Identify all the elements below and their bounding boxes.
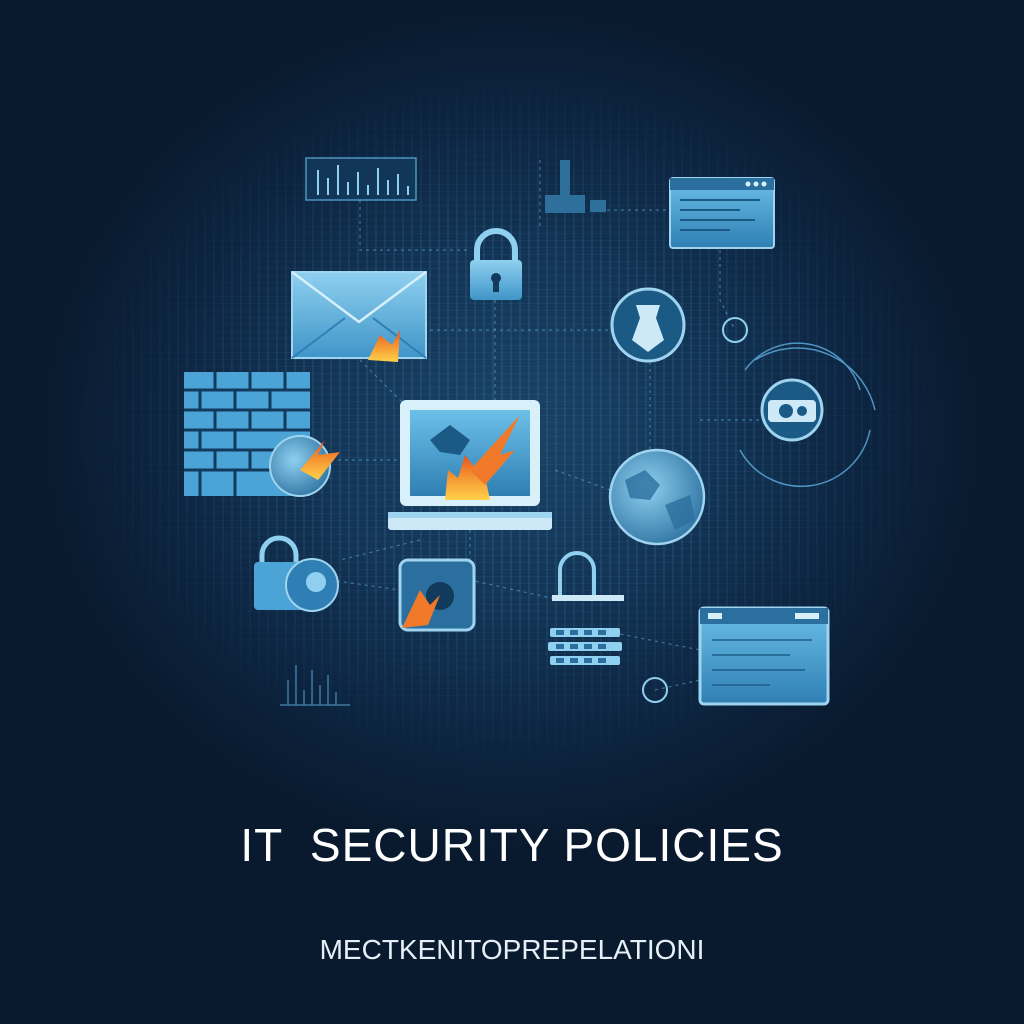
globe-icon [608,448,706,546]
firewall-icon [184,372,340,497]
network-illustration [184,157,876,706]
browser-window-icon [669,177,775,249]
chart-bars-icon [280,665,350,706]
laptop-fire-icon [388,400,552,530]
padlock-icon [470,228,522,300]
padlock-icon [254,535,339,612]
security-camera-icon [739,342,876,488]
poster-subtitle: MECTKENITOPREPELATIONI [319,934,705,965]
envelope-icon [291,270,427,362]
server-rack-icon [548,551,624,665]
node-icon [722,317,748,343]
antenna-icon [545,160,606,213]
browser-window-icon [698,606,830,706]
poster-title: IT SECURITY POLICIES [240,819,784,871]
shield-icon [610,287,686,363]
chart-panel-icon [305,157,417,201]
app-icon [398,558,476,632]
poster: IT SECURITY POLICIES MECTKENITOPREPELATI… [0,0,1024,1024]
